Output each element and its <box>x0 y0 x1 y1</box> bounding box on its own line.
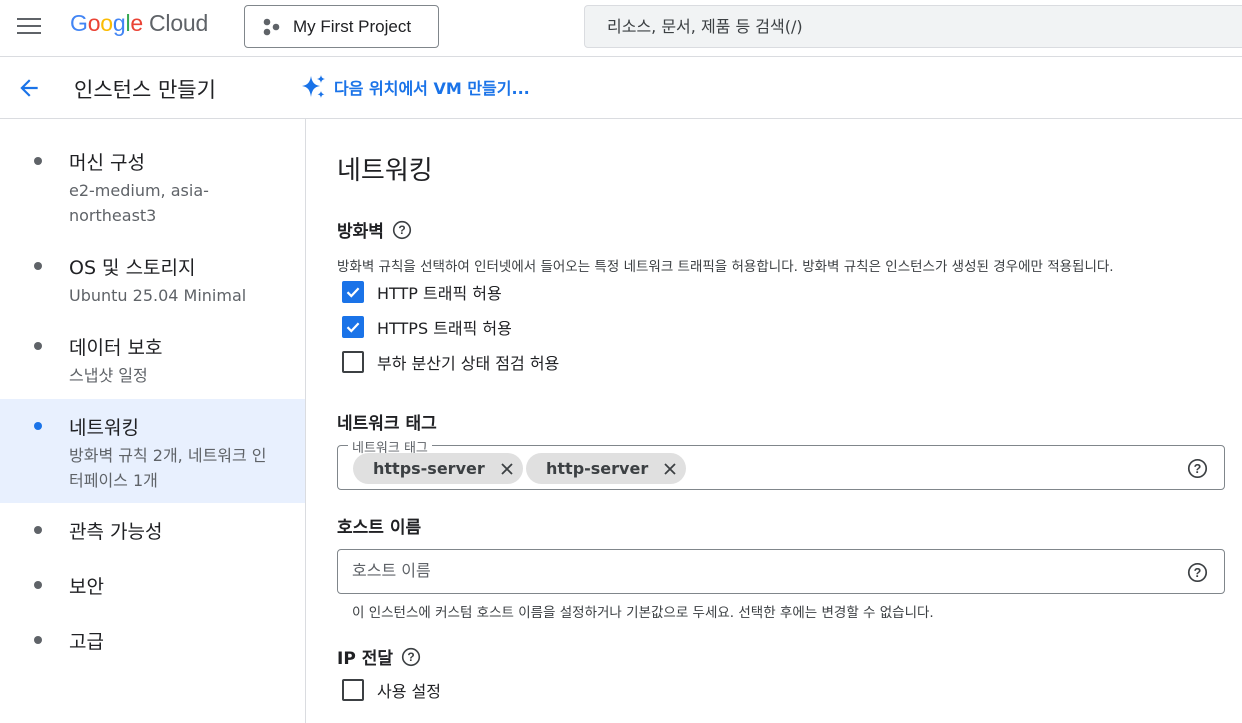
sparkle-icon <box>302 75 325 98</box>
allow-lb-health-check-label: 부하 분산기 상태 점검 허용 <box>377 354 560 373</box>
chip-label: https-server <box>373 459 485 478</box>
allow-http-label: HTTP 트래픽 허용 <box>377 284 502 303</box>
help-icon[interactable]: ? <box>392 220 412 240</box>
step-data-protection[interactable]: 데이터 보호 스냅샷 일정 <box>0 319 305 399</box>
step-security[interactable]: 보안 <box>0 558 305 613</box>
hostname-label: 호스트 이름 <box>337 518 422 538</box>
top-bar: Google Cloud My First Project <box>0 0 1242 57</box>
step-subtitle: 스냅샷 일정 <box>69 366 148 385</box>
step-networking[interactable]: 네트워킹 방화벽 규칙 2개, 네트워크 인터페이스 1개 <box>0 399 305 503</box>
step-title: 네트워킹 <box>69 417 139 439</box>
search-bar[interactable] <box>584 5 1242 48</box>
step-dot <box>34 636 42 644</box>
allow-http-checkbox-row[interactable]: HTTP 트래픽 허용 <box>342 280 502 304</box>
chip-label: http-server <box>546 459 649 478</box>
firewall-label-row: 방화벽 ? <box>337 217 412 242</box>
allow-https-checkbox[interactable] <box>342 316 364 338</box>
step-title: 관측 가능성 <box>69 521 163 543</box>
svg-text:?: ? <box>407 650 414 664</box>
hostname-input[interactable] <box>352 561 1152 580</box>
section-heading: 네트워킹 <box>337 156 433 186</box>
network-tags-label-row: 네트워크 태그 <box>337 409 437 434</box>
network-tags-label: 네트워크 태그 <box>337 414 437 434</box>
allow-lb-health-check-row[interactable]: 부하 분산기 상태 점검 허용 <box>342 350 559 374</box>
network-tags-field[interactable]: 네트워크 태그 https-server http-server ? <box>337 437 1225 490</box>
step-dot <box>34 262 42 270</box>
step-navigation: 머신 구성 e2-medium, asia-northeast3 OS 및 스토… <box>0 119 306 723</box>
svg-text:?: ? <box>1194 566 1202 580</box>
step-title: 머신 구성 <box>69 152 145 174</box>
step-subtitle: Ubuntu 25.04 Minimal <box>69 286 247 305</box>
svg-text:?: ? <box>398 223 405 237</box>
hostname-label-row: 호스트 이름 <box>337 513 421 538</box>
remove-chip-icon[interactable] <box>662 461 678 477</box>
allow-http-checkbox[interactable] <box>342 281 364 303</box>
allow-https-checkbox-row[interactable]: HTTPS 트래픽 허용 <box>342 315 512 339</box>
ip-forwarding-checkbox[interactable] <box>342 679 364 701</box>
back-arrow-icon[interactable] <box>16 75 42 101</box>
hostname-hint: 이 인스턴스에 커스텀 호스트 이름을 설정하거나 기본값으로 두세요. 선택한… <box>352 605 934 621</box>
step-dot <box>34 581 42 589</box>
svg-text:?: ? <box>1194 462 1202 476</box>
check-icon <box>346 322 360 333</box>
ip-forwarding-option-label: 사용 설정 <box>377 682 441 701</box>
ip-forwarding-checkbox-row[interactable]: 사용 설정 <box>342 678 441 702</box>
step-title: 고급 <box>69 631 104 653</box>
logo-cloud-text: Cloud <box>149 10 209 36</box>
step-title: 데이터 보호 <box>69 337 163 359</box>
step-title: 보안 <box>69 576 104 598</box>
project-name: My First Project <box>293 16 412 36</box>
logo-google-text: Google <box>70 10 143 36</box>
tag-chip-http-server[interactable]: http-server <box>526 453 687 484</box>
step-os-storage[interactable]: OS 및 스토리지 Ubuntu 25.04 Minimal <box>0 239 305 319</box>
ip-forwarding-label-row: IP 전달 ? <box>337 644 421 669</box>
page-header: 인스턴스 만들기 다음 위치에서 VM 만들기... <box>0 57 1242 119</box>
help-icon[interactable]: ? <box>1187 458 1208 479</box>
step-dot <box>34 422 42 430</box>
step-dot <box>34 342 42 350</box>
allow-https-label: HTTPS 트래픽 허용 <box>377 319 512 338</box>
step-title: OS 및 스토리지 <box>69 257 196 279</box>
step-observability[interactable]: 관측 가능성 <box>0 503 305 558</box>
project-picker-button[interactable]: My First Project <box>244 5 439 48</box>
help-icon[interactable]: ? <box>401 647 421 667</box>
hostname-field[interactable]: ? <box>337 549 1225 594</box>
remove-chip-icon[interactable] <box>499 461 515 477</box>
ip-forwarding-label: IP 전달 <box>337 649 393 669</box>
google-cloud-logo[interactable]: Google Cloud <box>70 10 208 37</box>
networking-panel: 네트워킹 방화벽 ? 방화벽 규칙을 선택하여 인터넷에서 들어오는 특정 네트… <box>307 119 1242 723</box>
create-vm-ai-link[interactable]: 다음 위치에서 VM 만들기... <box>300 73 530 101</box>
page-title: 인스턴스 만들기 <box>74 78 216 102</box>
project-icon <box>263 18 280 35</box>
tag-chip-https-server[interactable]: https-server <box>353 453 523 484</box>
help-icon[interactable]: ? <box>1187 562 1208 583</box>
step-advanced[interactable]: 고급 <box>0 613 305 668</box>
step-machine-config[interactable]: 머신 구성 e2-medium, asia-northeast3 <box>0 119 305 239</box>
allow-lb-health-check-checkbox[interactable] <box>342 351 364 373</box>
search-input[interactable] <box>607 17 1207 36</box>
create-vm-ai-label: 다음 위치에서 VM 만들기... <box>334 79 530 98</box>
check-icon <box>346 287 360 298</box>
step-dot <box>34 526 42 534</box>
step-subtitle: e2-medium, asia-northeast3 <box>69 181 209 225</box>
step-subtitle: 방화벽 규칙 2개, 네트워크 인터페이스 1개 <box>69 446 267 490</box>
hamburger-menu-icon[interactable] <box>17 16 41 36</box>
step-dot <box>34 157 42 165</box>
firewall-label: 방화벽 <box>337 222 384 242</box>
firewall-description: 방화벽 규칙을 선택하여 인터넷에서 들어오는 특정 네트워크 트래픽을 허용합… <box>337 259 1114 275</box>
